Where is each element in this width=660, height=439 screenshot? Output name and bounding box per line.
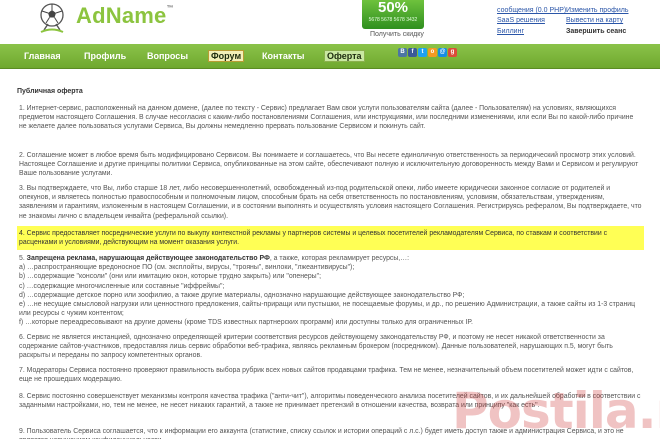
saas-solutions-link[interactable]: SaaS решения bbox=[497, 17, 545, 24]
brand-tm: ™ bbox=[166, 5, 174, 12]
offer-paragraph-4-highlighted: 4. Сервис предоставляет посреднические у… bbox=[17, 226, 644, 251]
p5-tail: , а также, которая рекламирует ресурсы,…… bbox=[269, 255, 410, 262]
discount-percent: 50% bbox=[377, 0, 409, 16]
p5-item-b: b) …содержащие "консоли" (они или имитац… bbox=[19, 273, 321, 281]
nav-item-forum[interactable]: Форум bbox=[208, 50, 245, 62]
site-header: AdName™ 50% 5678 5678 5678 3432 Получить… bbox=[0, 0, 660, 44]
discount-banner[interactable]: 50% 5678 5678 5678 3432 bbox=[362, 0, 424, 29]
twitter-icon[interactable]: t bbox=[418, 48, 427, 57]
nav-item-home[interactable]: Главная bbox=[24, 51, 61, 61]
nav-item-offer[interactable]: Оферта bbox=[324, 50, 365, 62]
nav-item-contacts[interactable]: Контакты bbox=[262, 51, 304, 61]
p5-item-e: e) …не несущие смысловой нагрузки или це… bbox=[19, 301, 636, 318]
messages-link[interactable]: сообщения (0.0 PHP) bbox=[497, 7, 566, 14]
withdraw-to-card-link[interactable]: Вывести на карту bbox=[566, 17, 623, 24]
p5-heading: Запрещена реклама, нарушающая действующе… bbox=[26, 255, 270, 262]
change-profile-link[interactable]: Изменить профиль bbox=[566, 7, 629, 14]
end-session-link[interactable]: Завершить сеанс bbox=[566, 28, 626, 35]
brand-logo-text[interactable]: AdName™ bbox=[76, 3, 174, 29]
billing-link[interactable]: Биллинг bbox=[497, 28, 524, 35]
get-discount-link[interactable]: Получить скидку bbox=[370, 31, 424, 38]
gplus-icon[interactable]: g bbox=[448, 48, 457, 57]
offer-paragraph-6: 6. Сервис не является инстанцией, однозн… bbox=[19, 334, 613, 360]
p5-item-f: f) …которые переадресовывают на другие д… bbox=[19, 319, 473, 327]
offer-paragraph-2: 2. Соглашение может в любое время быть м… bbox=[19, 152, 639, 178]
discount-fine-print: 5678 5678 5678 3432 bbox=[368, 17, 418, 23]
mailru-icon[interactable]: @ bbox=[438, 48, 447, 57]
p5-number: 5. bbox=[19, 255, 25, 262]
p5-item-d: d) …содержащие детское порно или зоофили… bbox=[19, 291, 465, 299]
nav-item-questions[interactable]: Вопросы bbox=[147, 51, 188, 61]
offer-paragraph-1: 1. Интернет-сервис, расположенный на дан… bbox=[19, 105, 634, 131]
facebook-icon[interactable]: f bbox=[408, 48, 417, 57]
nav-item-profile[interactable]: Профиль bbox=[84, 51, 126, 61]
offer-paragraph-3: 3. Вы подтверждаете, что Вы, либо старше… bbox=[19, 185, 642, 220]
main-nav: Главная Профиль Вопросы Форум Контакты О… bbox=[0, 44, 660, 69]
offer-paragraph-5: 5. Запрещена реклама, нарушающая действу… bbox=[19, 254, 642, 328]
page-title: Публичная оферта bbox=[17, 88, 83, 95]
watermark: Postila.ru bbox=[452, 382, 660, 439]
p5-item-a: a) …распространяющие вредоносное ПО (см.… bbox=[19, 264, 355, 272]
soccer-ball-logo-icon[interactable] bbox=[34, 0, 70, 36]
odnoklassniki-icon[interactable]: o bbox=[428, 48, 437, 57]
brand-name: AdName bbox=[76, 3, 167, 28]
vk-icon[interactable]: B bbox=[398, 48, 407, 57]
p5-item-c: c) …содержащие многочисленные или состав… bbox=[19, 282, 225, 290]
